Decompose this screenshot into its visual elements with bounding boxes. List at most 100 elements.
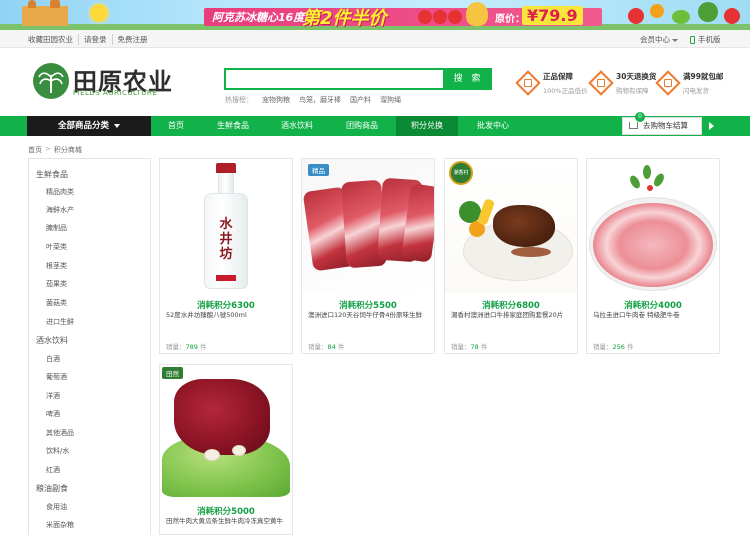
product-name[interactable]: 乌拉圭进口牛肉卷 特级肥牛卷 [593, 311, 717, 320]
product-card[interactable]: 水井坊 消耗积分6300 52度水井坊臻酿八號500ml 销量：789 件 [159, 158, 293, 354]
product-points: 消耗积分6800 [482, 301, 540, 311]
logo-icon[interactable] [33, 63, 69, 99]
product-brand-tag: 精品 [308, 164, 329, 176]
sidebar-item[interactable]: 葡萄酒 [46, 372, 67, 382]
top-links: 收藏田园农业 请登录 免费注册 [28, 34, 153, 45]
product-sales: 销量：789 件 [166, 343, 207, 351]
banner-price: ¥79.9 [522, 6, 583, 25]
sidebar-item[interactable]: 进口生鲜 [46, 317, 74, 327]
sidebar-item[interactable]: 茄果类 [46, 279, 67, 289]
product-points: 消耗积分6300 [197, 301, 255, 311]
hot-term[interactable]: 国产料 [350, 95, 371, 105]
free-shipping-badge-icon [655, 70, 681, 96]
sidebar-item[interactable]: 饮料/水 [46, 446, 69, 456]
sidebar-group-drinks[interactable]: 酒水饮料 [36, 335, 68, 346]
banner-headline: 阿克苏冰糖心16度甜 [212, 11, 316, 24]
promise-returns: 30天退换货 购物有保障 [588, 70, 657, 96]
sidebar-item[interactable]: 米面杂粮 [46, 520, 74, 530]
promise-title: 30天退换货 [616, 72, 657, 81]
nav-points-exchange[interactable]: 积分兑换 [396, 116, 458, 136]
promise-title: 正品保障 [543, 72, 573, 81]
sidebar-group-fresh[interactable]: 生鲜食品 [36, 169, 68, 180]
nav-group-buy[interactable]: 团购商品 [333, 116, 391, 136]
breadcrumb-current: 积分商城 [53, 146, 82, 154]
promise-title: 满99就包邮 [683, 72, 724, 81]
authentic-badge-icon [515, 70, 541, 96]
cart-button[interactable]: 0 去购物车结算 [622, 112, 702, 135]
product-card[interactable]: 潮香村 消耗积分6800 潮香村澳洲进口牛排家庭团购套餐20片 销量：78 件 [444, 158, 578, 354]
search-button[interactable]: 搜 索 [445, 68, 492, 90]
sidebar-item[interactable]: 其他酒品 [46, 428, 74, 438]
sidebar-item[interactable]: 精品肉类 [46, 187, 74, 197]
search-input[interactable] [224, 68, 445, 90]
product-card[interactable]: 田然 消耗积分5000 田然牛肉大黄瓜条生鲜牛肉冷冻真空黄牛 [159, 364, 293, 535]
all-categories-button[interactable]: 全部商品分类 [27, 116, 151, 136]
product-brand-tag: 潮香村 [449, 161, 473, 185]
top-bar: 收藏田园农业 请登录 免费注册 会员中心 手机版 [0, 30, 750, 48]
promise-subtitle: 100%正品低价 [543, 87, 588, 95]
product-name[interactable]: 田然牛肉大黄瓜条生鲜牛肉冷冻真空黄牛 [166, 517, 290, 526]
product-name[interactable]: 澳洲进口120天谷饲牛仔骨4份原味生鲜 [308, 311, 432, 320]
fruit-illustration [620, 0, 750, 30]
nav-fresh-food[interactable]: 生鲜食品 [205, 116, 261, 136]
product-card[interactable]: 消耗积分4000 乌拉圭进口牛肉卷 特级肥牛卷 销量：256 件 [586, 158, 720, 354]
product-image-steak[interactable]: 潮香村 [445, 159, 577, 293]
sidebar-item[interactable]: 腌制品 [46, 223, 67, 233]
apple-illustration [418, 4, 468, 26]
cart-arrow-button[interactable] [703, 117, 720, 135]
product-card[interactable]: 精品 消耗积分5500 澳洲进口120天谷饲牛仔骨4份原味生鲜 销量：84 件 [301, 158, 435, 354]
nav-drinks[interactable]: 酒水饮料 [268, 116, 326, 136]
sidebar-item[interactable]: 洋酒 [46, 391, 60, 401]
product-image-baijiu-bottle[interactable]: 水井坊 [160, 159, 292, 293]
category-sidebar: 生鲜食品 精品肉类 海鲜水产 腌制品 叶菜类 根茎类 茄果类 菌菇类 进口生鲜 … [28, 158, 151, 535]
breadcrumb-home[interactable]: 首页 [28, 145, 42, 155]
product-sales: 销量：256 件 [593, 343, 634, 351]
chevron-down-icon [113, 123, 120, 128]
sidebar-group-grain-oil[interactable]: 粮油副食 [36, 483, 68, 494]
sidebar-item[interactable]: 叶菜类 [46, 242, 67, 252]
product-name[interactable]: 52度水井坊臻酿八號500ml [166, 311, 290, 320]
breadcrumb-separator: > [45, 145, 51, 153]
product-points: 消耗积分5000 [197, 507, 255, 517]
mascot-illustration [466, 2, 488, 26]
hot-term[interactable]: 鸟笼，磨牙棒 [299, 95, 341, 105]
product-image-beef-cut[interactable]: 田然 [160, 365, 292, 499]
sidebar-item[interactable]: 啤酒 [46, 409, 60, 419]
promise-authentic: 正品保障 100%正品低价 [515, 70, 588, 96]
sidebar-item[interactable]: 食用油 [46, 502, 67, 512]
hot-search-label: 热搜榜： [225, 96, 253, 104]
mobile-link[interactable]: 手机版 [698, 34, 721, 45]
sun-icon [90, 4, 108, 22]
sidebar-item[interactable]: 白酒 [46, 354, 60, 364]
member-center-link[interactable]: 会员中心 [640, 34, 678, 45]
product-sales: 销量：84 件 [308, 343, 345, 351]
banner-offer: 第2件半价 [302, 8, 387, 29]
register-link[interactable]: 免费注册 [111, 34, 153, 45]
sidebar-item[interactable]: 根茎类 [46, 261, 67, 271]
sidebar-item[interactable]: 菌菇类 [46, 298, 67, 308]
mobile-phone-icon [690, 35, 695, 44]
nav-wholesale[interactable]: 批发中心 [464, 116, 522, 136]
product-points: 消耗积分4000 [624, 301, 682, 311]
hot-search-list: 热搜榜： 宠物狗粮 鸟笼，磨牙棒 国产料 溜狗绳 [225, 95, 401, 105]
product-brand-tag: 田然 [162, 367, 183, 379]
returns-badge-icon [588, 70, 614, 96]
product-sales: 销量：78 件 [451, 343, 488, 351]
sidebar-item[interactable]: 海鲜水产 [46, 205, 74, 215]
promise-free-shipping: 满99就包邮 闪电发货 [655, 70, 724, 96]
product-image-beef-rolls[interactable] [587, 159, 719, 293]
product-name[interactable]: 潮香村澳洲进口牛排家庭团购套餐20片 [451, 311, 575, 320]
hot-term[interactable]: 溜狗绳 [380, 95, 401, 105]
promo-banner[interactable]: 阿克苏冰糖心16度甜 第2件半价 原价： ¥79.9 [0, 0, 750, 30]
login-link[interactable]: 请登录 [78, 34, 112, 45]
top-right-links: 会员中心 手机版 [640, 34, 721, 45]
banner-price-label: 原价： [495, 14, 525, 25]
nav-home[interactable]: 首页 [151, 116, 201, 136]
cart-label: 去购物车结算 [643, 121, 688, 130]
product-image-beef-ribs[interactable]: 精品 [302, 159, 434, 293]
product-points: 消耗积分5500 [339, 301, 397, 311]
sidebar-item[interactable]: 红酒 [46, 465, 60, 475]
hot-term[interactable]: 宠物狗粮 [262, 95, 290, 105]
bookmark-link[interactable]: 收藏田园农业 [28, 34, 78, 45]
breadcrumb: 首页 > 积分商城 [28, 145, 82, 155]
